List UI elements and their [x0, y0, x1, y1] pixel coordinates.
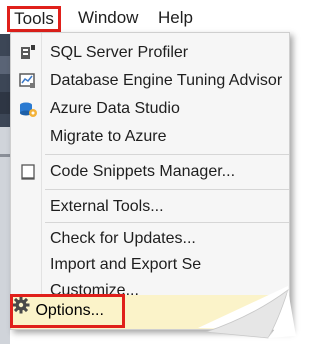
menubar-tools[interactable]: Tools — [7, 6, 61, 32]
menu-item-migrate-to-azure[interactable]: Migrate to Azure — [11, 124, 289, 150]
background-block — [0, 92, 10, 114]
menu-separator — [45, 222, 289, 223]
menu-item-import-export-settings[interactable]: Import and Export Se — [11, 252, 289, 278]
menu-item-sql-server-profiler[interactable]: SQL Server Profiler — [11, 40, 289, 66]
menubar-window[interactable]: Window — [78, 8, 138, 28]
menu-separator — [45, 154, 289, 155]
menu-item-label: Migrate to Azure — [50, 128, 167, 145]
background-block — [0, 56, 10, 74]
options-highlight-box — [10, 294, 125, 328]
menu-item-label: Import and Export Se — [50, 256, 202, 273]
menu-item-tuning-advisor[interactable]: Database Engine Tuning Advisor — [11, 68, 289, 94]
menu-item-label: Azure Data Studio — [50, 100, 180, 117]
menu-bar: Tools Window Help — [0, 0, 303, 34]
menu-item-check-for-updates[interactable]: Check for Updates... — [11, 226, 289, 252]
snippets-icon — [18, 162, 38, 182]
menu-item-external-tools[interactable]: External Tools... — [11, 194, 289, 220]
menu-item-label: External Tools... — [50, 198, 164, 215]
menu-item-code-snippets-manager[interactable]: Code Snippets Manager... — [11, 159, 289, 185]
background-window-strip — [0, 34, 10, 344]
menu-item-label: Database Engine Tuning Advisor — [50, 72, 283, 89]
menu-item-label: Check for Updates... — [50, 230, 196, 247]
menu-separator — [45, 189, 289, 190]
menu-item-label: Code Snippets Manager... — [50, 163, 236, 180]
profiler-icon — [18, 43, 38, 63]
menu-item-azure-data-studio[interactable]: Azure Data Studio — [11, 96, 289, 122]
page-curl-decoration — [198, 286, 296, 339]
azure-data-studio-icon — [18, 99, 38, 119]
background-block — [0, 154, 10, 157]
tuning-advisor-icon — [18, 71, 38, 91]
menu-item-label: SQL Server Profiler — [50, 44, 189, 61]
menubar-help[interactable]: Help — [158, 8, 193, 28]
